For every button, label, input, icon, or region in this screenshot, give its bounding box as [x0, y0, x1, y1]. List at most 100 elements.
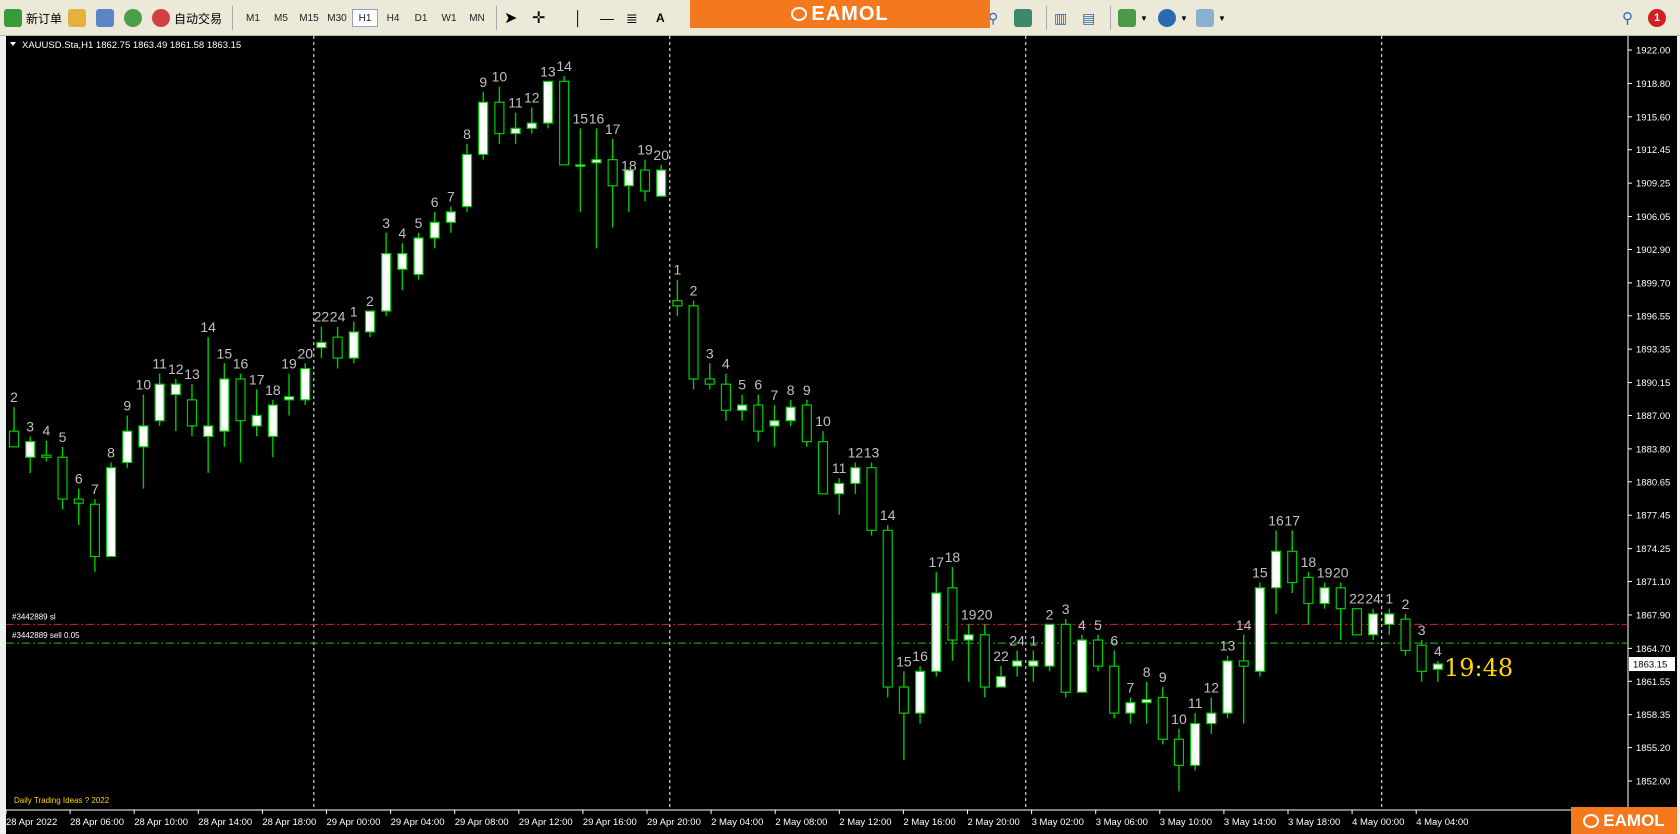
timeframe-m15[interactable]: M15 [296, 9, 322, 27]
bearish-candle [753, 404, 764, 432]
price-tick-label: 1864.70 [1636, 644, 1670, 655]
new-order-icon [4, 9, 22, 27]
time-tick-label: 29 Apr 04:00 [391, 817, 445, 828]
indicators-button[interactable]: ▼ [1118, 7, 1148, 29]
candle-counter-label: 14 [556, 58, 572, 74]
time-tick-label: 28 Apr 18:00 [262, 817, 316, 828]
globe-icon [124, 9, 142, 27]
candle-counter-label: 17 [605, 121, 621, 137]
timeframe-m1[interactable]: M1 [240, 9, 266, 27]
bearish-candle [1351, 608, 1363, 636]
candle-counter-label: 1 [1385, 591, 1393, 607]
text-tool-button[interactable]: A [656, 7, 665, 29]
bullish-candle [526, 122, 537, 129]
price-tick-label: 1909.25 [1636, 179, 1670, 190]
bullish-candle [510, 127, 521, 135]
bearish-candle [57, 456, 68, 500]
price-tick-label: 1855.20 [1636, 743, 1670, 754]
new-order-button[interactable]: 新订单 [4, 7, 62, 29]
price-tick-label: 1874.25 [1636, 544, 1670, 555]
bullish-candle [138, 425, 149, 448]
candle-counter-label: 3 [706, 345, 714, 361]
timeframe-w1[interactable]: W1 [436, 9, 462, 27]
timeframe-m30[interactable]: M30 [324, 9, 350, 27]
bullish-candle [1190, 722, 1201, 766]
price-chart[interactable]: 1922.00 1918.80 1915.60 1912.45 1909.25 1906.… [6, 36, 1677, 834]
bearish-candle [898, 686, 910, 714]
timeframe-m5[interactable]: M5 [268, 9, 294, 27]
price-tick-label: 1883.80 [1636, 444, 1670, 455]
candle-counter-label: 18 [621, 157, 637, 173]
candle-counter-label: 17 [1284, 512, 1300, 528]
candle-counter-label: 11 [152, 356, 167, 372]
templates-button[interactable]: ▼ [1196, 7, 1226, 29]
candle-counter-label: 9 [803, 382, 811, 398]
search-button[interactable]: ⚲ [1622, 7, 1633, 29]
vertical-line-icon: │ [574, 10, 583, 26]
channel-button[interactable]: ≣ [626, 7, 638, 29]
tile-windows-button[interactable] [1014, 7, 1036, 29]
candle-counter-label: 11 [508, 95, 523, 111]
eamol-logo-icon [1583, 813, 1600, 828]
candle-counter-label: 15 [896, 653, 912, 669]
candle-timer-label: 19:48 [1444, 654, 1513, 682]
auto-trade-label: 自动交易 [174, 11, 223, 26]
time-tick-label: 3 May 02:00 [1032, 817, 1084, 828]
period-separators-button[interactable]: ▥ [1054, 7, 1067, 29]
time-tick-label: 28 Apr 06:00 [70, 817, 124, 828]
bearish-candle [882, 529, 893, 688]
candle-counter-label: 14 [1236, 617, 1252, 633]
candle-counter-label: 8 [107, 444, 115, 460]
bullish-candle [219, 378, 230, 432]
bullish-candle [769, 420, 780, 427]
bearish-candle [1173, 738, 1185, 766]
candle-counter-label: 13 [864, 444, 880, 460]
candle-counter-label: 7 [447, 189, 455, 205]
candle-counter-label: 8 [463, 126, 471, 142]
candle-counter-label: 5 [1094, 617, 1102, 633]
bearish-candle [1060, 623, 1071, 693]
candle-counter-label: 5 [59, 429, 67, 445]
candle-counter-label: 14 [200, 319, 216, 335]
bullish-candle [736, 404, 748, 411]
timeframe-d1[interactable]: D1 [408, 9, 434, 27]
bullish-candle [300, 367, 311, 401]
candle-counter-label: 18 [1301, 554, 1317, 570]
candle-counter-label: 1 [673, 262, 681, 278]
notifications-button[interactable]: 1 [1648, 7, 1666, 29]
candle-counter-label: 6 [1110, 632, 1118, 648]
navigator-button[interactable] [68, 7, 90, 29]
eamol-banner-text: EAMOL [811, 2, 889, 25]
bullish-candle [122, 430, 133, 464]
bullish-candle [1125, 702, 1136, 714]
chevron-down-icon: ▼ [1140, 13, 1148, 23]
market-watch-button[interactable] [124, 7, 146, 29]
chart-shift-button[interactable]: ▤ [1082, 7, 1095, 29]
timeframe-mn[interactable]: MN [464, 9, 490, 27]
bearish-candle [720, 383, 732, 411]
eamol-logo-icon [791, 7, 808, 21]
chart-window[interactable]: 1922.00 1918.80 1915.60 1912.45 1909.25 1906.… [6, 36, 1677, 834]
timeframe-h4[interactable]: H4 [380, 9, 406, 27]
symbol-info-label: XAUUSD.Sta,H1 1862.75 1863.49 1861.58 18… [22, 40, 241, 51]
vertical-line-button[interactable]: │ [574, 7, 583, 29]
candle-counter-label: 11 [1188, 695, 1203, 711]
bullish-candle [1076, 639, 1087, 693]
cursor-button[interactable]: ➤ [504, 7, 517, 29]
candle-counter-label: 17 [249, 371, 265, 387]
periods-button[interactable]: ▼ [1158, 7, 1188, 29]
crosshair-button[interactable]: ✛ [532, 7, 545, 29]
candle-counter-label: 12 [168, 361, 184, 377]
bearish-candle [1238, 660, 1249, 667]
price-tick-label: 1861.55 [1636, 677, 1670, 688]
auto-trade-button[interactable]: 自动交易 [152, 7, 222, 29]
terminal-button[interactable] [96, 7, 118, 29]
timeframe-h1[interactable]: H1 [352, 9, 378, 27]
stop-loss-label: #3442889 sl [12, 612, 56, 621]
time-tick-label: 2 May 04:00 [711, 817, 763, 828]
bullish-candle [834, 482, 845, 495]
horizontal-line-button[interactable]: ― [600, 7, 614, 29]
separator [496, 6, 497, 30]
time-tick-label: 2 May 12:00 [839, 817, 891, 828]
candle-counter-label: 2 [690, 283, 698, 299]
